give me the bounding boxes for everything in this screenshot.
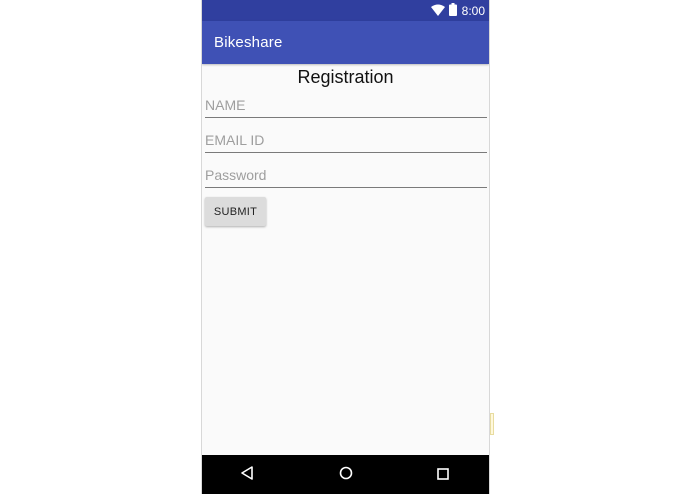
email-input[interactable] — [205, 129, 487, 153]
recents-button[interactable] — [432, 464, 454, 484]
battery-icon — [448, 1, 457, 20]
name-input[interactable] — [205, 94, 487, 118]
registration-form: Registration SUBMIT — [202, 64, 489, 455]
back-button[interactable] — [236, 464, 258, 484]
edge-artifact — [490, 413, 494, 435]
page-title: Registration — [297, 67, 394, 87]
status-bar: 8:00 — [202, 0, 489, 21]
home-icon — [339, 465, 353, 484]
submit-button[interactable]: SUBMIT — [205, 197, 266, 226]
back-icon — [240, 465, 254, 484]
navigation-bar — [202, 455, 489, 494]
home-button[interactable] — [335, 464, 357, 484]
wifi-icon — [430, 1, 445, 20]
password-input[interactable] — [205, 164, 487, 188]
app-bar: Bikeshare — [202, 21, 489, 64]
recents-icon — [437, 465, 449, 484]
app-title: Bikeshare — [214, 34, 283, 51]
status-time: 8:00 — [461, 3, 485, 18]
phone-screen: 8:00 Bikeshare Registration SUBMIT — [201, 0, 490, 494]
